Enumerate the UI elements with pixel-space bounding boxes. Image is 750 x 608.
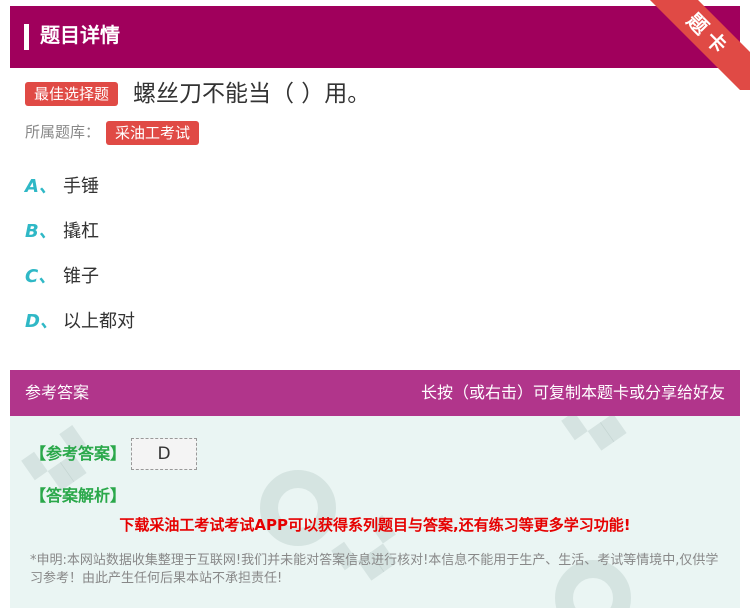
option-letter: B、: [25, 221, 57, 242]
option-d[interactable]: D、 以上都对: [25, 307, 135, 337]
question-card-ribbon[interactable]: 题卡: [643, 0, 750, 90]
disclaimer-text: *申明:本网站数据收集整理于互联网!我们并未能对答案信息进行核对!本信息不能用于…: [30, 553, 719, 586]
option-text: 撬杠: [63, 221, 99, 242]
reference-answer-label: 【参考答案】: [30, 444, 127, 463]
question-text: 螺丝刀不能当（ ）用。: [133, 81, 371, 107]
question-type-badge: 最佳选择题: [25, 82, 119, 106]
option-c[interactable]: C、 锥子: [25, 262, 99, 292]
page-header: 题目详情: [10, 6, 740, 68]
option-letter: D、: [25, 311, 58, 332]
answer-section[interactable]: ▚▞ ▚▞ ▚▞ 参考答案 长按（或右击）可复制本题卡或分享给好友 【参考答案】…: [10, 370, 740, 608]
question-bank-label: 所属题库：: [25, 123, 101, 141]
option-text: 手锤: [63, 176, 99, 197]
answer-explanation-label: 【答案解析】: [30, 486, 127, 505]
page-title: 题目详情: [40, 23, 120, 47]
reference-answer-value: D: [131, 438, 197, 470]
answer-header: 参考答案 长按（或右击）可复制本题卡或分享给好友: [10, 370, 740, 416]
option-text: 以上都对: [63, 311, 135, 332]
question-bank-tag[interactable]: 采油工考试: [106, 121, 200, 145]
option-letter: A、: [25, 176, 57, 197]
answer-header-hint: 长按（或右击）可复制本题卡或分享给好友: [420, 383, 725, 402]
option-letter: C、: [25, 266, 57, 287]
option-b[interactable]: B、 撬杠: [25, 217, 99, 247]
option-text: 锥子: [63, 266, 99, 287]
corner-ribbon[interactable]: 题卡: [640, 0, 750, 90]
answer-header-title: 参考答案: [25, 383, 90, 402]
option-a[interactable]: A、 手锤: [25, 172, 99, 202]
header-accent-bar: [24, 24, 29, 50]
app-download-link[interactable]: 下载采油工考试考试APP可以获得系列题目与答案,还有练习等更多学习功能!: [10, 514, 740, 535]
